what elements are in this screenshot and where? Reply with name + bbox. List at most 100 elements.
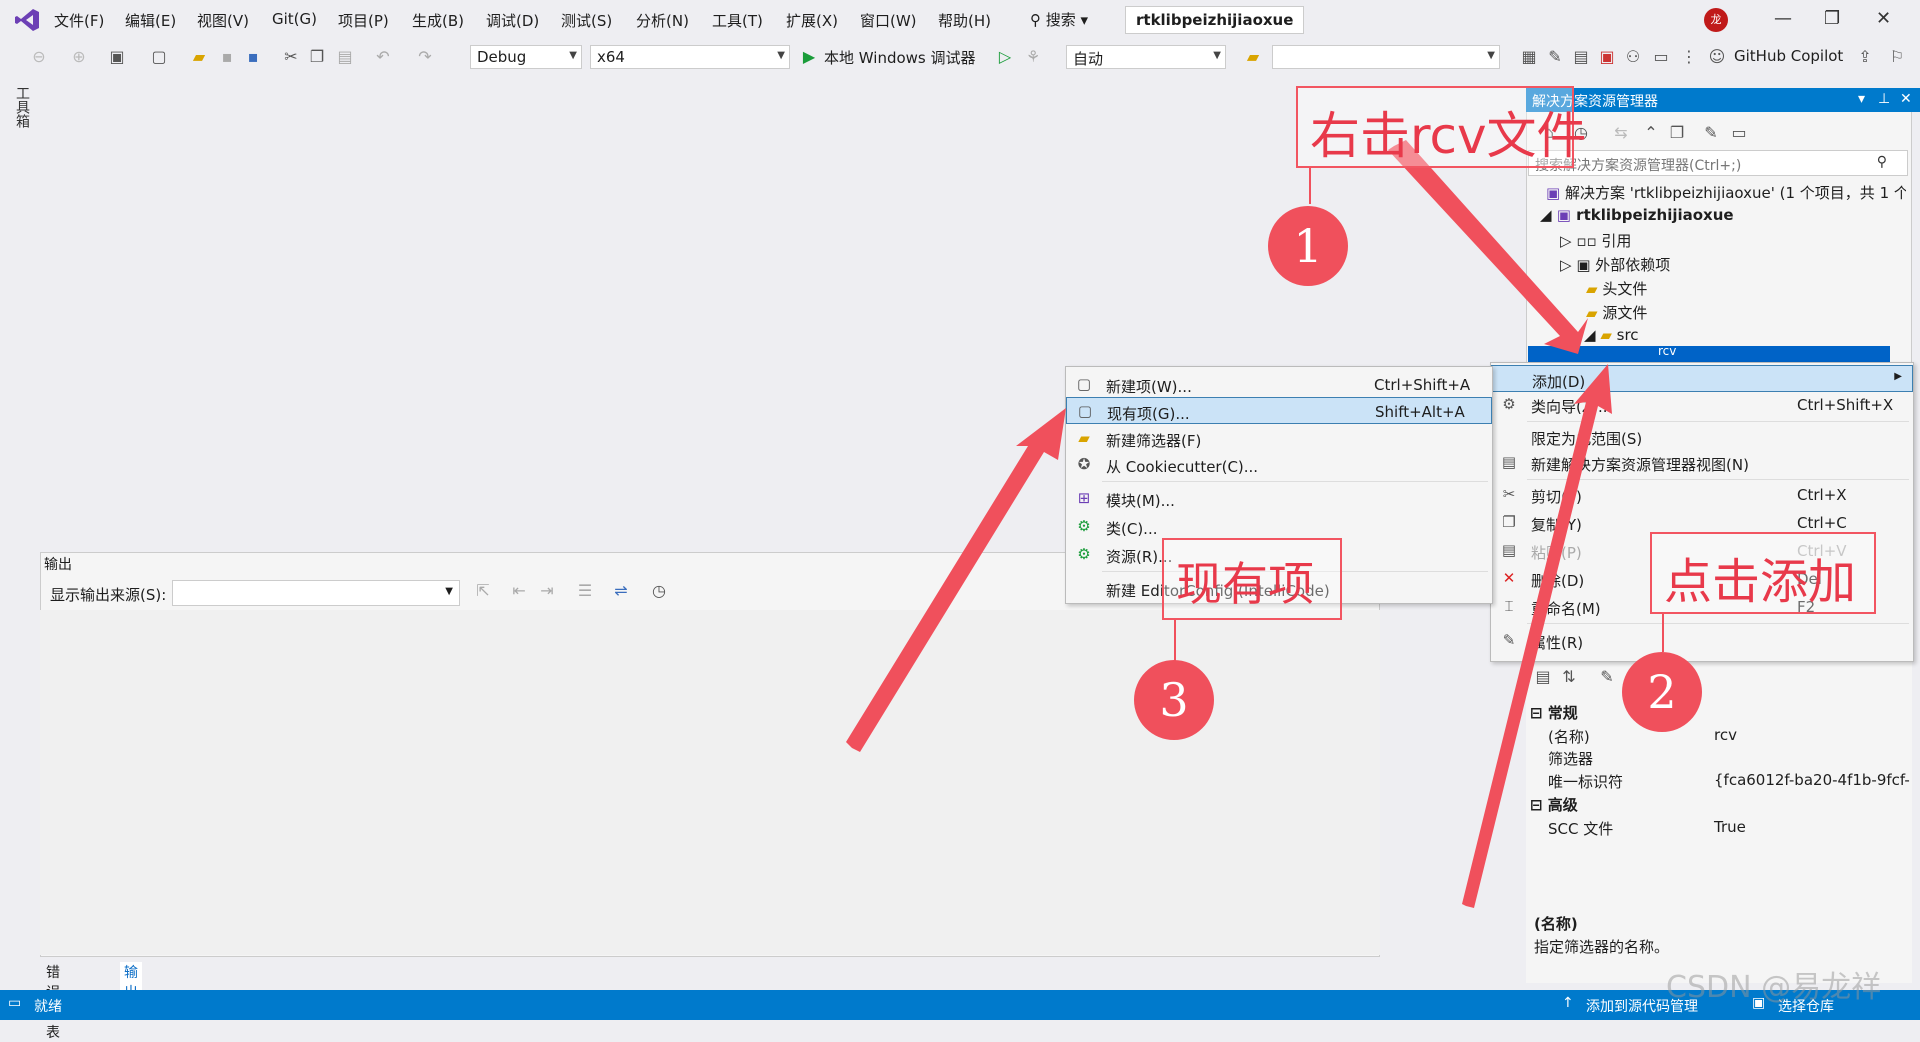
visual-studio-logo-icon[interactable] [14, 8, 40, 32]
menu-edit[interactable]: 编辑(E) [125, 10, 176, 31]
solution-icon: ▣ [1546, 184, 1565, 202]
find-combo[interactable]: ▼ [1272, 45, 1500, 69]
start-debug-icon[interactable]: ▶ [800, 48, 818, 66]
prop-name-value[interactable]: rcv [1714, 726, 1737, 744]
menu-extensions[interactable]: 扩展(X) [786, 10, 838, 31]
section-advanced[interactable]: ⊟ 高级 [1530, 794, 1578, 815]
ctx-new-item[interactable]: ▢ 新建项(W)... Ctrl+Shift+A [1066, 371, 1492, 398]
output-source-select[interactable]: ▼ [172, 580, 460, 606]
save-all-icon[interactable]: ▪ [244, 48, 262, 66]
toolbox-tab[interactable]: 工具箱 [12, 86, 32, 128]
word-wrap-icon[interactable]: ⇌ [612, 582, 630, 600]
tree-solution[interactable]: ▣ 解决方案 'rtklibpeizhijiaoxue' (1 个项目，共 1 … [1546, 182, 1906, 203]
new-project-icon[interactable]: ▣ [108, 48, 126, 66]
close-icon[interactable]: ✕ [1900, 91, 1912, 107]
tree-references[interactable]: ▷ ▫▫ 引用 [1560, 230, 1631, 251]
start-without-debug-icon[interactable]: ▷ [996, 48, 1014, 66]
pin-icon[interactable]: ⊥ [1878, 91, 1890, 107]
add-item-icon[interactable]: ▢ [150, 48, 168, 66]
annotation-right-click-rcv: 右击rcv文件 [1296, 86, 1587, 168]
hot-reload-icon[interactable]: ⚘ [1024, 48, 1042, 66]
ctx-label: 新建筛选器(F) [1106, 432, 1202, 450]
ctx-class[interactable]: ⚙ 类(C)... [1066, 513, 1492, 540]
clear-all-icon[interactable]: ☰ [576, 582, 594, 600]
tree-rcv-selected[interactable]: rcv [1528, 344, 1890, 362]
ctx-cookiecutter[interactable]: ✪ 从 Cookiecutter(C)... [1066, 451, 1492, 478]
tree-project[interactable]: ◢ ▣ rtklibpeizhijiaoxue [1540, 206, 1734, 224]
dropdown-icon[interactable]: ▾ [1858, 91, 1865, 107]
sync-icon[interactable]: ⇆ [1612, 124, 1630, 142]
ctx-existing-item[interactable]: ▢ 现有项(G)... Shift+Alt+A [1066, 397, 1492, 424]
menu-tools[interactable]: 工具(T) [712, 10, 763, 31]
copy-icon[interactable]: ❐ [308, 48, 326, 66]
minimize-button[interactable]: — [1774, 8, 1792, 29]
toolbox-icon[interactable]: ▣ [1598, 48, 1616, 66]
run-debugger-button[interactable]: 本地 Windows 调试器 [824, 47, 976, 68]
menu-build[interactable]: 生成(B) [412, 10, 464, 31]
comment-icon[interactable]: ▤ [1572, 48, 1590, 66]
redo-icon[interactable]: ↷ [416, 48, 434, 66]
tree-header-files[interactable]: ▰ 头文件 [1586, 278, 1647, 299]
clock-icon[interactable]: ◷ [650, 582, 668, 600]
github-copilot-button[interactable]: GitHub Copilot [1734, 47, 1843, 65]
show-all-files-icon[interactable]: ❐ [1668, 124, 1686, 142]
search-menu[interactable]: ⚲ 搜索 ▾ [1030, 9, 1088, 30]
property-pages-icon[interactable]: ✎ [1598, 668, 1616, 686]
menu-project[interactable]: 项目(P) [338, 10, 389, 31]
tree-source-files[interactable]: ▰ 源文件 [1586, 302, 1647, 323]
configuration-select[interactable]: Debug ▼ [470, 45, 582, 69]
section-general[interactable]: ⊟ 常规 [1530, 702, 1578, 723]
more-icon[interactable]: ⋮ [1680, 48, 1698, 66]
cut-icon[interactable]: ✂ [282, 48, 300, 66]
chevron-down-icon: ▼ [1487, 50, 1495, 61]
team-icon[interactable]: ⚇ [1624, 48, 1642, 66]
window-icon[interactable]: ▭ [1652, 48, 1670, 66]
back-icon[interactable]: ⊖ [30, 48, 48, 66]
platform-select[interactable]: x64 ▼ [590, 45, 790, 69]
platform-value: x64 [597, 48, 625, 66]
menu-view[interactable]: 视图(V) [197, 10, 249, 31]
close-window-button[interactable]: ✕ [1876, 8, 1891, 29]
categorized-icon[interactable]: ▤ [1534, 668, 1552, 686]
menu-window[interactable]: 窗口(W) [860, 10, 917, 31]
ctx-scope-to-this[interactable]: 限定为此范围(S) [1491, 423, 1913, 450]
undo-icon[interactable]: ↶ [374, 48, 392, 66]
prop-guid-value[interactable]: {fca6012f-ba20-4f1b-9fcf-6 [1714, 771, 1910, 789]
menu-git[interactable]: Git(G) [272, 10, 317, 28]
prev-message-icon[interactable]: ⇤ [510, 582, 528, 600]
tree-src[interactable]: ◢ ▰ src [1584, 326, 1639, 344]
ctx-class-wizard[interactable]: ⚙ 类向导(Z)... Ctrl+Shift+X [1491, 391, 1913, 418]
ctx-add[interactable]: 添加(D) ▶ [1491, 365, 1913, 392]
tree-external-deps[interactable]: ▷ ▣ 外部依赖项 [1560, 254, 1670, 275]
menu-help[interactable]: 帮助(H) [938, 10, 991, 31]
menu-debug[interactable]: 调试(D) [486, 10, 539, 31]
maximize-button[interactable]: ❐ [1824, 8, 1840, 29]
menu-test[interactable]: 测试(S) [561, 10, 612, 31]
find-message-icon[interactable]: ⇱ [474, 582, 492, 600]
wrench-icon[interactable]: ✎ [1546, 48, 1564, 66]
properties-wrench-icon[interactable]: ✎ [1702, 124, 1720, 142]
feedback-icon[interactable]: ⚐ [1888, 48, 1906, 66]
forward-icon[interactable]: ⊕ [70, 48, 88, 66]
collapse-all-icon[interactable]: ⌃ [1642, 124, 1660, 142]
user-avatar[interactable]: 龙 [1704, 8, 1728, 32]
menu-file[interactable]: 文件(F) [54, 10, 104, 31]
share-icon[interactable]: ⇪ [1856, 48, 1874, 66]
output-source-label: 显示输出来源(S): [50, 586, 167, 604]
find-in-files-icon[interactable]: ▰ [1244, 48, 1262, 66]
ctx-module[interactable]: ⊞ 模块(M)... [1066, 485, 1492, 512]
paste-icon[interactable]: ▤ [336, 48, 354, 66]
ctx-new-view[interactable]: ▤ 新建解决方案资源管理器视图(N) [1491, 449, 1913, 476]
prop-scc-value[interactable]: True [1714, 818, 1746, 836]
next-message-icon[interactable]: ⇥ [538, 582, 556, 600]
ctx-new-filter[interactable]: ▰ 新建筛选器(F) [1066, 425, 1492, 452]
save-icon[interactable]: ▪ [218, 48, 236, 66]
alphabetical-icon[interactable]: ⇅ [1560, 668, 1578, 686]
solution-icon[interactable]: ▦ [1520, 48, 1538, 66]
open-folder-icon[interactable]: ▰ [190, 48, 208, 66]
menu-analyze[interactable]: 分析(N) [636, 10, 689, 31]
ctx-cut[interactable]: ✂ 剪切(T) Ctrl+X [1491, 481, 1913, 508]
preview-icon[interactable]: ▭ [1730, 124, 1748, 142]
ctx-properties[interactable]: ✎ 属性(R) [1491, 627, 1913, 654]
auto-select[interactable]: 自动 ▼ [1066, 45, 1226, 69]
